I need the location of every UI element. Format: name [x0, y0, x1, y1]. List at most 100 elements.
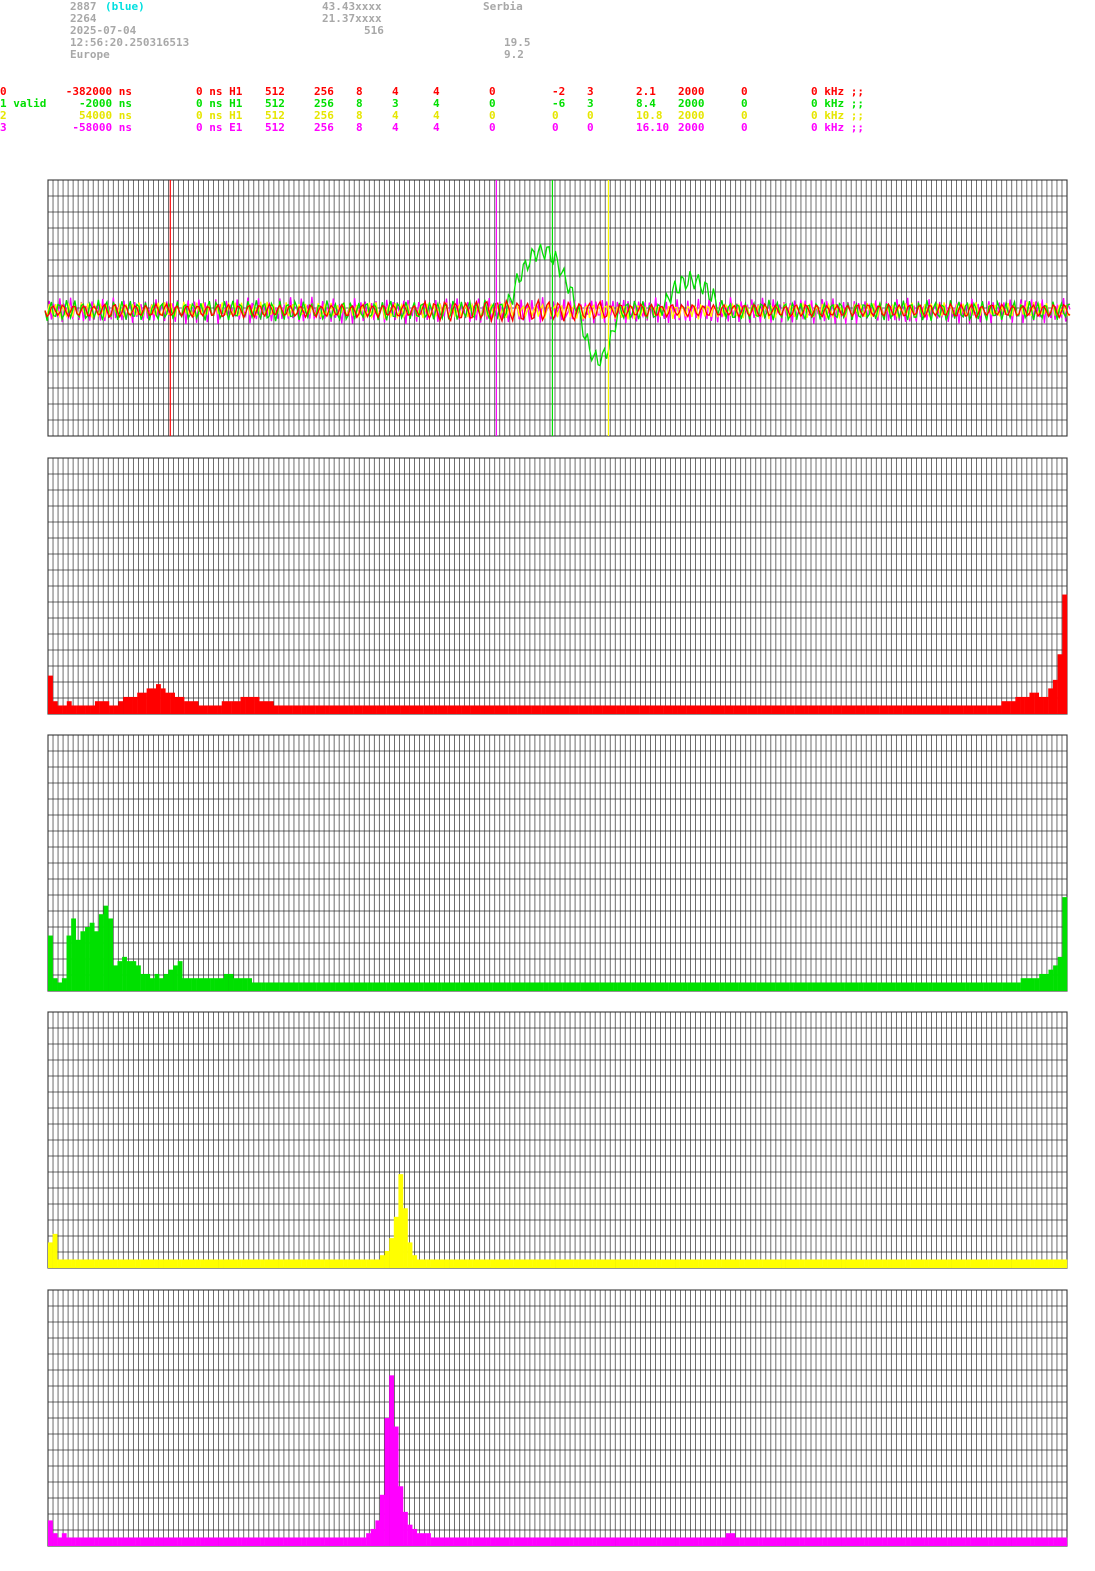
spectrum-bar [960, 982, 966, 991]
spectrum-bar [613, 982, 618, 991]
spectrum-bar [223, 1259, 229, 1268]
spectrum-bar [982, 705, 988, 714]
spectrum-bar [910, 1537, 916, 1546]
spectrum-bar [484, 705, 490, 714]
spectrum-bar [221, 701, 227, 714]
spectrum-bar [793, 982, 799, 991]
spectrum-bar [112, 965, 118, 991]
spectrum-bar [733, 705, 739, 714]
spectrum-bar [804, 1259, 809, 1268]
spectrum-bar [52, 978, 58, 991]
spectrum-bar [541, 1537, 547, 1546]
spectrum-bar [428, 705, 434, 714]
spectrum-bar [508, 705, 514, 714]
spectrum-bar [603, 982, 609, 991]
spectrum-bar [464, 982, 470, 991]
spectrum-bar [949, 705, 955, 714]
spectrum-bar [753, 1259, 759, 1268]
spectrum-bar [489, 705, 495, 714]
spectrum-bar [606, 705, 612, 714]
spectrum-bar [338, 1259, 344, 1268]
spectrum-bar [329, 705, 335, 714]
spectrum-bar [845, 1259, 851, 1268]
channel-3-col-4: 256 [314, 121, 334, 134]
spectrum-bar [426, 1259, 431, 1268]
spectrum-bar [771, 705, 777, 714]
spectrum-bar [827, 705, 833, 714]
spectrum-bar [853, 982, 859, 991]
spectrum-bar [698, 1259, 703, 1268]
spectrum-bar [495, 1259, 501, 1268]
spectrum-bar [921, 705, 927, 714]
spectrum-bar [573, 1537, 579, 1546]
spectrum-bar [330, 982, 336, 991]
spectrum-bar [654, 982, 660, 991]
spectrum-bar [302, 982, 308, 991]
spectrum-bar [587, 1259, 593, 1268]
spectrum-bar [270, 982, 276, 991]
spectrum-bar [1034, 692, 1040, 714]
spectrum-bar [98, 1259, 104, 1268]
spectrum-bar [66, 1537, 72, 1546]
spectrum-bar [80, 1537, 86, 1546]
spectrum-bar [608, 982, 614, 991]
spectrum-bar [453, 1537, 459, 1546]
spectrum-bar [1020, 1259, 1026, 1268]
spectrum-bar [649, 705, 654, 714]
spectrum-bar [1030, 1537, 1035, 1546]
spectrum-bar [123, 696, 129, 714]
spectrum-bar [830, 982, 836, 991]
spectrum-bar [506, 982, 512, 991]
spectrum-bar [738, 705, 744, 714]
spectrum-bar [850, 1537, 856, 1546]
spectrum-bar [186, 1537, 192, 1546]
spectrum-bar [413, 982, 419, 991]
spectrum-bar [663, 705, 669, 714]
spectrum-bar [460, 982, 466, 991]
spectrum-bar [103, 1537, 109, 1546]
spectrum-bar [1062, 594, 1068, 714]
spectrum-bar [624, 1537, 630, 1546]
spectrum-bar [154, 973, 160, 991]
spectrum-bar [707, 1259, 713, 1268]
spectrum-bar [480, 705, 485, 714]
spectrum-bar [109, 705, 114, 714]
spectrum-bar [794, 705, 800, 714]
spectrum-bar [483, 982, 489, 991]
spectrum-bar [398, 1486, 404, 1546]
spectrum-bar [928, 982, 933, 991]
spectrum-bar [818, 705, 824, 714]
spectrum-bar [622, 982, 628, 991]
spectrum-bar [160, 688, 166, 714]
spectrum-bar [467, 1259, 473, 1268]
spectrum-bar [80, 1259, 86, 1268]
spectrum-bar [283, 1259, 288, 1268]
spectrum-bar [71, 705, 77, 714]
spectrum-bar [264, 1259, 270, 1268]
spectrum-bar [937, 982, 943, 991]
spectrum-bar [94, 1259, 99, 1268]
spectrum-bar [630, 705, 636, 714]
spectrum-bar [665, 1537, 671, 1546]
spectrum-bar [827, 1259, 833, 1268]
spectrum-bar [151, 688, 157, 714]
spectrum-bar [494, 705, 500, 714]
spectrum-bar [592, 1259, 597, 1268]
spectrum-bar [550, 705, 556, 714]
spectrum-bar [642, 1259, 648, 1268]
spectrum-bar [863, 982, 869, 991]
spectrum-bar [522, 1537, 528, 1546]
spectrum-bar [200, 978, 206, 991]
spectrum-bar [896, 1259, 902, 1268]
spectrum-bar [714, 705, 720, 714]
spectrum-bar [1048, 1259, 1054, 1268]
spectrum-bar [127, 696, 133, 714]
spectrum-bar [859, 1537, 865, 1546]
spectrum-bar [75, 939, 81, 991]
spectrum-bar [1020, 1537, 1026, 1546]
spectrum-bar [589, 982, 595, 991]
spectrum-bar [121, 1537, 127, 1546]
spectrum-bar [965, 982, 970, 991]
spectrum-bar [186, 978, 192, 991]
spectrum-bar [172, 1537, 178, 1546]
